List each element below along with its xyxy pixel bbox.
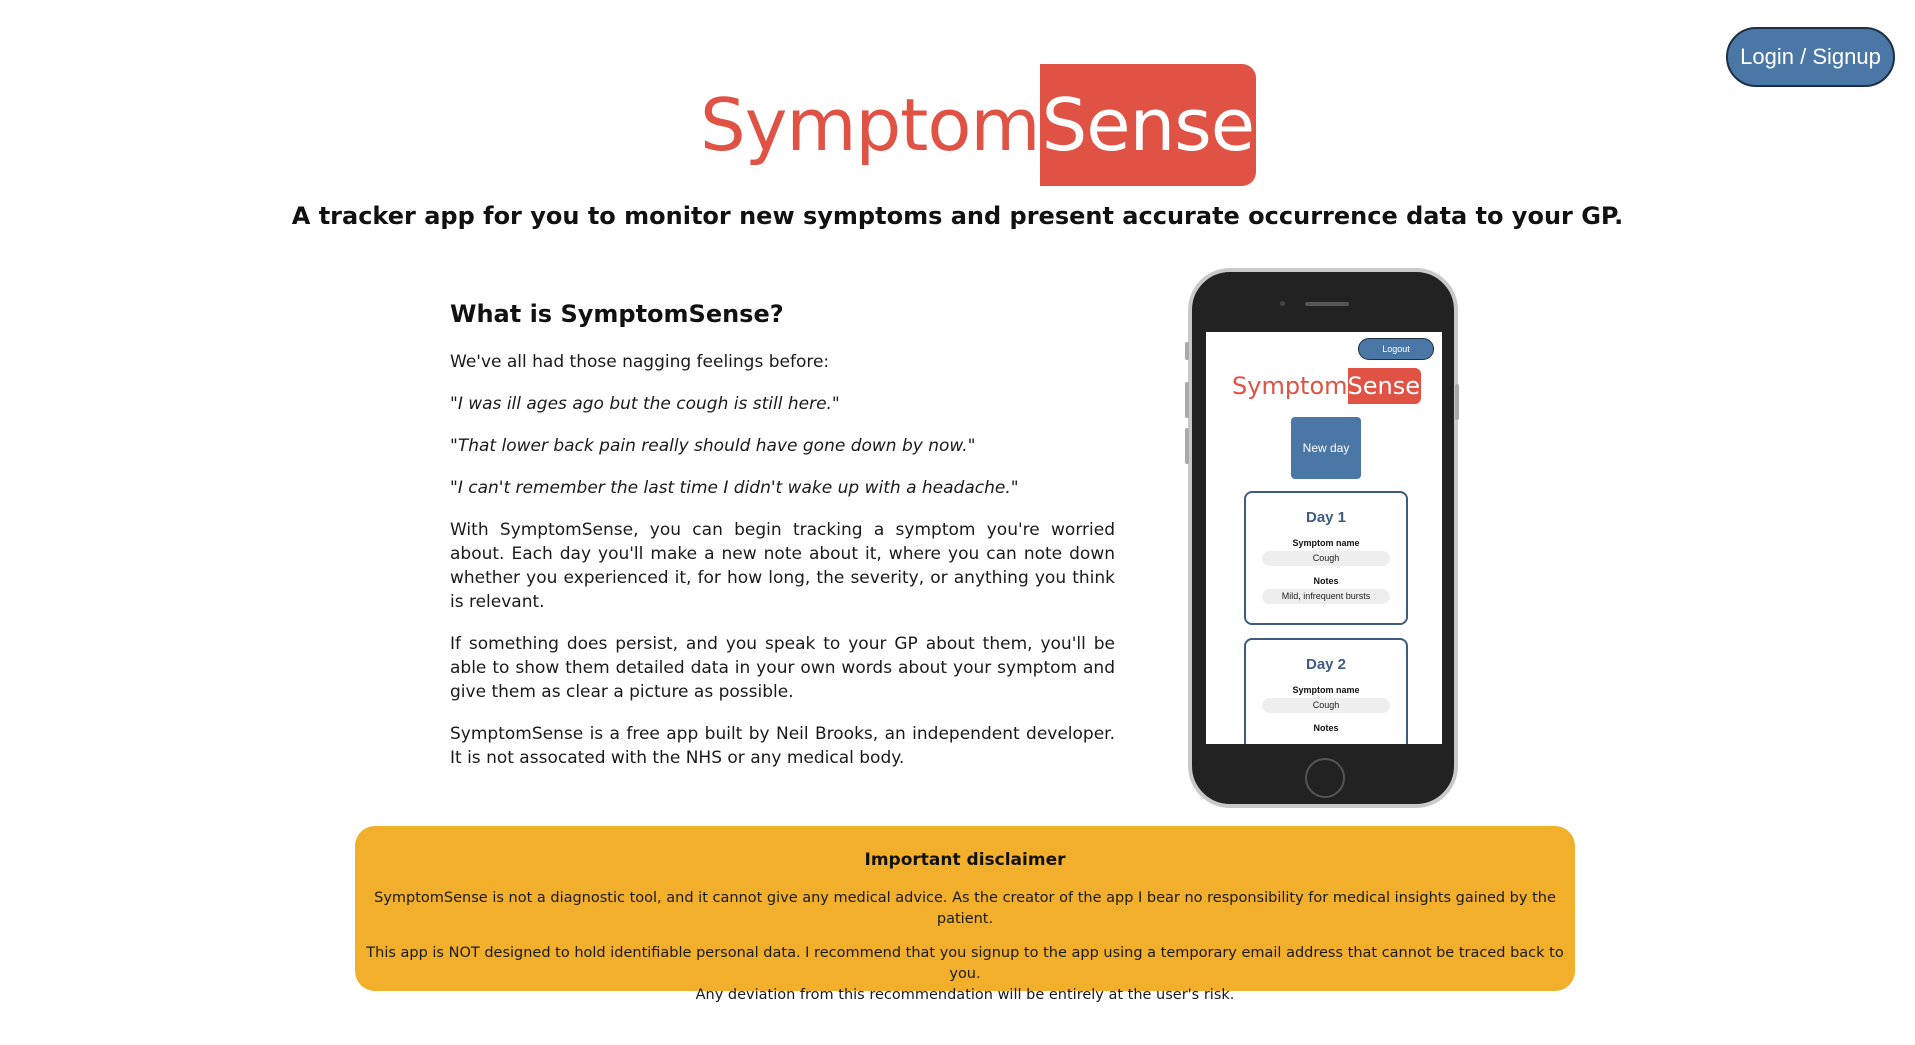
about-section: What is SymptomSense? We've all had thos… — [450, 300, 1115, 788]
app-logo: Symptom Sense — [700, 64, 1257, 186]
phone-screen: Logout Symptom Sense New day Day 1 Sympto… — [1206, 332, 1442, 744]
about-heading: What is SymptomSense? — [450, 300, 784, 328]
disclaimer-diagnostic-text: SymptomSense is not a diagnostic tool, a… — [374, 890, 1556, 927]
preview-symptom-value: Cough — [1262, 551, 1390, 566]
preview-logout-button: Logout — [1358, 338, 1434, 360]
preview-new-day-button: New day — [1291, 417, 1361, 479]
phone-volume-down — [1185, 428, 1189, 464]
preview-notes-label: Notes — [1313, 576, 1339, 586]
preview-notes-label: Notes — [1313, 723, 1339, 733]
phone-mute-switch — [1185, 342, 1189, 360]
disclaimer-title: Important disclaimer — [864, 850, 1066, 870]
disclaimer-box: Important disclaimer SymptomSense is not… — [355, 826, 1575, 1003]
about-paragraph-author: SymptomSense is a free app built by Neil… — [450, 724, 1115, 768]
phone-speaker — [1305, 302, 1349, 306]
phone-mockup-image: Logout Symptom Sense New day Day 1 Sympto… — [1185, 268, 1459, 808]
quote-2: "That lower back pain really should have… — [450, 436, 976, 456]
preview-day-card: Day 1 Symptom name Cough Notes Mild, inf… — [1244, 491, 1408, 625]
about-intro: We've all had those nagging feelings bef… — [450, 352, 830, 372]
phone-camera — [1280, 301, 1285, 306]
login-signup-button[interactable]: Login / Signup — [1726, 27, 1895, 87]
page: Login / Signup Symptom Sense A tracker ap… — [0, 0, 1915, 1045]
phone-home-button — [1305, 758, 1345, 798]
preview-day-card: Day 2 Symptom name Cough Notes — [1244, 638, 1408, 744]
disclaimer-personal-data-text: This app is NOT designed to hold identif… — [366, 945, 1564, 982]
preview-logo: Symptom Sense — [1232, 368, 1422, 404]
preview-notes-value: Mild, infrequent bursts — [1262, 589, 1390, 604]
phone-power-button — [1455, 384, 1459, 420]
about-paragraph-tracking: With SymptomSense, you can begin trackin… — [450, 520, 1115, 612]
preview-logo-symptom: Symptom — [1232, 372, 1348, 400]
logo-text-symptom: Symptom — [700, 83, 1041, 167]
quote-3: "I can't remember the last time I didn't… — [450, 478, 1019, 498]
preview-symptom-label: Symptom name — [1292, 685, 1360, 695]
logo-text-sense: Sense — [1039, 64, 1257, 186]
preview-symptom-value: Cough — [1262, 698, 1390, 713]
preview-symptom-label: Symptom name — [1292, 538, 1360, 548]
phone-volume-up — [1185, 382, 1189, 418]
disclaimer-risk-text: Any deviation from this recommendation w… — [695, 987, 1235, 1003]
tagline: A tracker app for you to monitor new sym… — [291, 202, 1624, 230]
preview-day-title: Day 1 — [1305, 509, 1347, 526]
preview-day-title: Day 2 — [1305, 656, 1347, 673]
about-paragraph-gp: If something does persist, and you speak… — [450, 634, 1115, 702]
quote-1: "I was ill ages ago but the cough is sti… — [450, 394, 840, 414]
preview-logo-sense: Sense — [1347, 368, 1422, 404]
